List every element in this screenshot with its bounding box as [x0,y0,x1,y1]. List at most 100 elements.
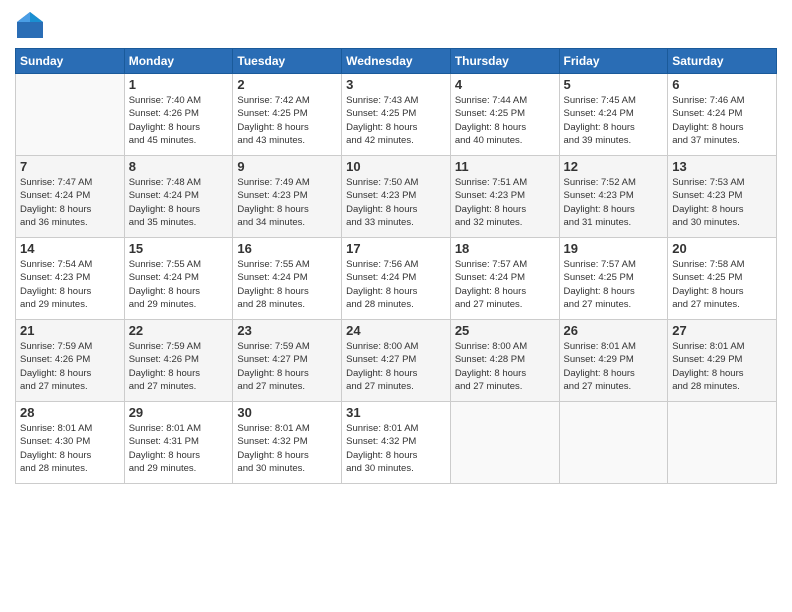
main-container: SundayMondayTuesdayWednesdayThursdayFrid… [0,0,792,494]
day-info: Sunrise: 7:42 AM Sunset: 4:25 PM Dayligh… [237,94,337,147]
day-number: 5 [564,77,664,92]
day-number: 15 [129,241,229,256]
day-number: 13 [672,159,772,174]
day-info: Sunrise: 7:43 AM Sunset: 4:25 PM Dayligh… [346,94,446,147]
day-cell: 4 Sunrise: 7:44 AM Sunset: 4:25 PM Daylig… [450,74,559,156]
day-info: Sunrise: 7:59 AM Sunset: 4:27 PM Dayligh… [237,340,337,393]
day-cell: 30 Sunrise: 8:01 AM Sunset: 4:32 PM Dayli… [233,402,342,484]
day-info: Sunrise: 7:51 AM Sunset: 4:23 PM Dayligh… [455,176,555,229]
weekday-header-thursday: Thursday [450,49,559,74]
day-info: Sunrise: 8:00 AM Sunset: 4:28 PM Dayligh… [455,340,555,393]
day-cell: 3 Sunrise: 7:43 AM Sunset: 4:25 PM Daylig… [342,74,451,156]
day-info: Sunrise: 8:01 AM Sunset: 4:31 PM Dayligh… [129,422,229,475]
day-number: 3 [346,77,446,92]
day-number: 22 [129,323,229,338]
week-row-4: 21 Sunrise: 7:59 AM Sunset: 4:26 PM Dayli… [16,320,777,402]
day-cell [16,74,125,156]
day-number: 12 [564,159,664,174]
day-number: 24 [346,323,446,338]
day-number: 29 [129,405,229,420]
day-cell: 16 Sunrise: 7:55 AM Sunset: 4:24 PM Dayli… [233,238,342,320]
day-info: Sunrise: 8:01 AM Sunset: 4:32 PM Dayligh… [237,422,337,475]
day-cell: 26 Sunrise: 8:01 AM Sunset: 4:29 PM Dayli… [559,320,668,402]
day-number: 1 [129,77,229,92]
day-info: Sunrise: 7:59 AM Sunset: 4:26 PM Dayligh… [20,340,120,393]
day-cell: 9 Sunrise: 7:49 AM Sunset: 4:23 PM Daylig… [233,156,342,238]
day-cell: 21 Sunrise: 7:59 AM Sunset: 4:26 PM Dayli… [16,320,125,402]
day-number: 18 [455,241,555,256]
week-row-3: 14 Sunrise: 7:54 AM Sunset: 4:23 PM Dayli… [16,238,777,320]
day-cell: 8Sunrise: 7:48 AM Sunset: 4:24 PM Daylig… [124,156,233,238]
day-cell: 6 Sunrise: 7:46 AM Sunset: 4:24 PM Daylig… [668,74,777,156]
day-cell: 11 Sunrise: 7:51 AM Sunset: 4:23 PM Dayli… [450,156,559,238]
day-number: 17 [346,241,446,256]
day-cell: 13 Sunrise: 7:53 AM Sunset: 4:23 PM Dayli… [668,156,777,238]
day-number: 25 [455,323,555,338]
day-info: Sunrise: 8:01 AM Sunset: 4:32 PM Dayligh… [346,422,446,475]
day-number: 30 [237,405,337,420]
day-cell: 24Sunrise: 8:00 AM Sunset: 4:27 PM Dayli… [342,320,451,402]
day-cell: 23 Sunrise: 7:59 AM Sunset: 4:27 PM Dayli… [233,320,342,402]
day-number: 23 [237,323,337,338]
day-number: 27 [672,323,772,338]
day-info: Sunrise: 8:01 AM Sunset: 4:29 PM Dayligh… [564,340,664,393]
day-info: Sunrise: 7:55 AM Sunset: 4:24 PM Dayligh… [129,258,229,311]
day-number: 2 [237,77,337,92]
week-row-2: 7Sunrise: 7:47 AM Sunset: 4:24 PM Daylig… [16,156,777,238]
logo [15,10,49,40]
week-row-1: 1 Sunrise: 7:40 AM Sunset: 4:26 PM Daylig… [16,74,777,156]
week-row-5: 28 Sunrise: 8:01 AM Sunset: 4:30 PM Dayli… [16,402,777,484]
calendar-table: SundayMondayTuesdayWednesdayThursdayFrid… [15,48,777,484]
day-number: 26 [564,323,664,338]
day-cell: 31 Sunrise: 8:01 AM Sunset: 4:32 PM Dayli… [342,402,451,484]
day-cell: 28 Sunrise: 8:01 AM Sunset: 4:30 PM Dayli… [16,402,125,484]
weekday-header-tuesday: Tuesday [233,49,342,74]
day-number: 16 [237,241,337,256]
day-info: Sunrise: 7:56 AM Sunset: 4:24 PM Dayligh… [346,258,446,311]
day-number: 9 [237,159,337,174]
day-cell: 20 Sunrise: 7:58 AM Sunset: 4:25 PM Dayli… [668,238,777,320]
day-info: Sunrise: 7:58 AM Sunset: 4:25 PM Dayligh… [672,258,772,311]
day-cell: 1 Sunrise: 7:40 AM Sunset: 4:26 PM Daylig… [124,74,233,156]
day-info: Sunrise: 7:40 AM Sunset: 4:26 PM Dayligh… [129,94,229,147]
day-number: 4 [455,77,555,92]
day-info: Sunrise: 7:54 AM Sunset: 4:23 PM Dayligh… [20,258,120,311]
day-cell: 2 Sunrise: 7:42 AM Sunset: 4:25 PM Daylig… [233,74,342,156]
weekday-header-friday: Friday [559,49,668,74]
day-number: 6 [672,77,772,92]
day-cell: 25 Sunrise: 8:00 AM Sunset: 4:28 PM Dayli… [450,320,559,402]
day-info: Sunrise: 7:45 AM Sunset: 4:24 PM Dayligh… [564,94,664,147]
day-info: Sunrise: 8:01 AM Sunset: 4:30 PM Dayligh… [20,422,120,475]
day-cell: 10 Sunrise: 7:50 AM Sunset: 4:23 PM Dayli… [342,156,451,238]
day-cell [450,402,559,484]
day-number: 19 [564,241,664,256]
day-info: Sunrise: 7:44 AM Sunset: 4:25 PM Dayligh… [455,94,555,147]
weekday-header-saturday: Saturday [668,49,777,74]
weekday-header-monday: Monday [124,49,233,74]
header [15,10,777,40]
day-cell: 17 Sunrise: 7:56 AM Sunset: 4:24 PM Dayli… [342,238,451,320]
day-cell: 29 Sunrise: 8:01 AM Sunset: 4:31 PM Dayli… [124,402,233,484]
day-info: Sunrise: 7:52 AM Sunset: 4:23 PM Dayligh… [564,176,664,229]
day-info: Sunrise: 7:50 AM Sunset: 4:23 PM Dayligh… [346,176,446,229]
day-number: 28 [20,405,120,420]
day-number: 20 [672,241,772,256]
day-cell: 14 Sunrise: 7:54 AM Sunset: 4:23 PM Dayli… [16,238,125,320]
day-info: Sunrise: 7:57 AM Sunset: 4:24 PM Dayligh… [455,258,555,311]
day-number: 14 [20,241,120,256]
day-number: 8 [129,159,229,174]
day-cell: 27Sunrise: 8:01 AM Sunset: 4:29 PM Dayli… [668,320,777,402]
day-number: 21 [20,323,120,338]
day-info: Sunrise: 7:49 AM Sunset: 4:23 PM Dayligh… [237,176,337,229]
day-info: Sunrise: 7:55 AM Sunset: 4:24 PM Dayligh… [237,258,337,311]
day-cell: 12 Sunrise: 7:52 AM Sunset: 4:23 PM Dayli… [559,156,668,238]
day-number: 10 [346,159,446,174]
day-info: Sunrise: 7:57 AM Sunset: 4:25 PM Dayligh… [564,258,664,311]
weekday-header-sunday: Sunday [16,49,125,74]
day-info: Sunrise: 7:47 AM Sunset: 4:24 PM Dayligh… [20,176,120,229]
day-number: 11 [455,159,555,174]
day-info: Sunrise: 7:46 AM Sunset: 4:24 PM Dayligh… [672,94,772,147]
day-info: Sunrise: 7:53 AM Sunset: 4:23 PM Dayligh… [672,176,772,229]
day-cell [668,402,777,484]
day-number: 31 [346,405,446,420]
